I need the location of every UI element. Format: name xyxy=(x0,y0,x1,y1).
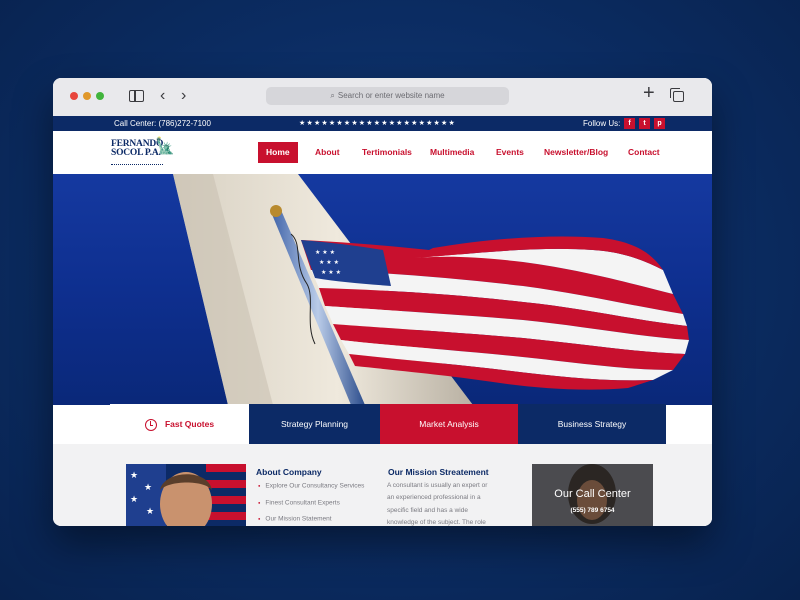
call-center-phone: (555) 789 6754 xyxy=(570,507,615,514)
call-center-card[interactable]: Our Call Center (555) 789 6754 xyxy=(532,464,653,526)
follow-us-label: Follow Us: xyxy=(583,119,621,128)
nav-about[interactable]: About xyxy=(307,142,348,163)
search-icon: ⌕ xyxy=(330,91,335,100)
sidebar-icon[interactable] xyxy=(129,90,144,102)
svg-text:★ ★ ★: ★ ★ ★ xyxy=(319,259,339,266)
svg-text:★ ★ ★: ★ ★ ★ xyxy=(315,249,335,256)
nav-testimonials[interactable]: Tertimonials xyxy=(354,142,420,163)
feature-tabs: Fast Quotes Strategy Planning Market Ana… xyxy=(110,404,666,444)
about-link-services[interactable]: Explore Our Consultancy Services xyxy=(258,478,364,495)
mission-text: A consultant is usually an expert or an … xyxy=(387,480,499,526)
clock-icon xyxy=(144,418,157,431)
about-company-title: About Company xyxy=(256,467,322,477)
close-window-button[interactable] xyxy=(70,92,78,100)
zoom-window-button[interactable] xyxy=(96,92,104,100)
minimize-window-button[interactable] xyxy=(83,92,91,100)
about-link-mission[interactable]: Our Mission Statement xyxy=(258,511,364,526)
hero-banner: ★ ★ ★ ★ ★ ★ ★ ★ ★ xyxy=(53,174,712,405)
nav-home[interactable]: Home xyxy=(258,142,298,163)
logo[interactable]: FERNANDO SOCOL P.A. 🗽 xyxy=(111,138,181,170)
nav-multimedia[interactable]: Multimedia xyxy=(422,142,482,163)
logo-divider xyxy=(111,164,163,167)
forward-icon[interactable]: › xyxy=(181,87,186,105)
svg-text:★: ★ xyxy=(146,507,154,517)
main-navigation: FERNANDO SOCOL P.A. 🗽 Home About Tertimo… xyxy=(53,131,712,174)
back-icon[interactable]: ‹ xyxy=(160,87,165,105)
tab-fast-quotes-label: Fast Quotes xyxy=(164,419,215,429)
pinterest-icon[interactable]: p xyxy=(654,118,665,129)
about-link-experts[interactable]: Finest Consultant Experts xyxy=(258,495,364,512)
content-section: ★ ★ ★ ★ About Company Explore Our Consultan… xyxy=(53,444,712,526)
flag-portrait-image: ★ ★ ★ ★ xyxy=(126,464,246,526)
nav-contact[interactable]: Contact xyxy=(620,142,668,163)
mission-line: specific field and has a wide xyxy=(387,506,468,514)
mission-title: Our Mission Streatement xyxy=(388,467,489,477)
browser-window: ‹ › ⌕ Search or enter website name + Call… xyxy=(53,78,712,526)
tab-business-strategy[interactable]: Business Strategy xyxy=(518,404,666,444)
call-center-text: Call Center: (786)272-7100 xyxy=(114,119,211,128)
stars-decoration: ★★★★★★★★★★★★★★★★★★★★★ xyxy=(299,120,456,127)
nav-newsletter[interactable]: Newsletter/Blog xyxy=(536,142,616,163)
call-center-title: Our Call Center xyxy=(554,488,631,500)
svg-text:★: ★ xyxy=(130,471,138,481)
tab-strategy-planning[interactable]: Strategy Planning xyxy=(249,404,380,444)
twitter-icon[interactable]: t xyxy=(639,118,650,129)
browser-toolbar: ‹ › ⌕ Search or enter website name + xyxy=(53,78,712,117)
new-tab-icon[interactable]: + xyxy=(643,83,655,103)
statue-of-liberty-icon: 🗽 xyxy=(155,138,175,155)
mission-line: an experienced professional in a xyxy=(387,494,481,502)
mission-line: A consultant is usually an expert or xyxy=(387,482,488,489)
tab-market-analysis[interactable]: Market Analysis xyxy=(380,404,518,444)
tabs-overview-icon[interactable] xyxy=(670,88,684,102)
svg-text:★ ★ ★: ★ ★ ★ xyxy=(321,269,341,276)
consultant-photo: ★ ★ ★ ★ xyxy=(126,464,246,526)
svg-text:★: ★ xyxy=(144,483,152,493)
svg-text:★: ★ xyxy=(130,495,138,505)
about-company-list: Explore Our Consultancy Services Finest … xyxy=(258,478,364,526)
site-topbar: Call Center: (786)272-7100 ★★★★★★★★★★★★★… xyxy=(53,116,712,131)
tab-fast-quotes[interactable]: Fast Quotes xyxy=(110,404,249,444)
nav-events[interactable]: Events xyxy=(488,142,532,163)
hero-flag-image: ★ ★ ★ ★ ★ ★ ★ ★ ★ xyxy=(173,174,689,405)
mission-line: knowledge of the subject. The role xyxy=(387,519,486,526)
facebook-icon[interactable]: f xyxy=(624,118,635,129)
address-bar[interactable]: ⌕ Search or enter website name xyxy=(266,87,509,105)
address-placeholder: Search or enter website name xyxy=(337,91,445,100)
